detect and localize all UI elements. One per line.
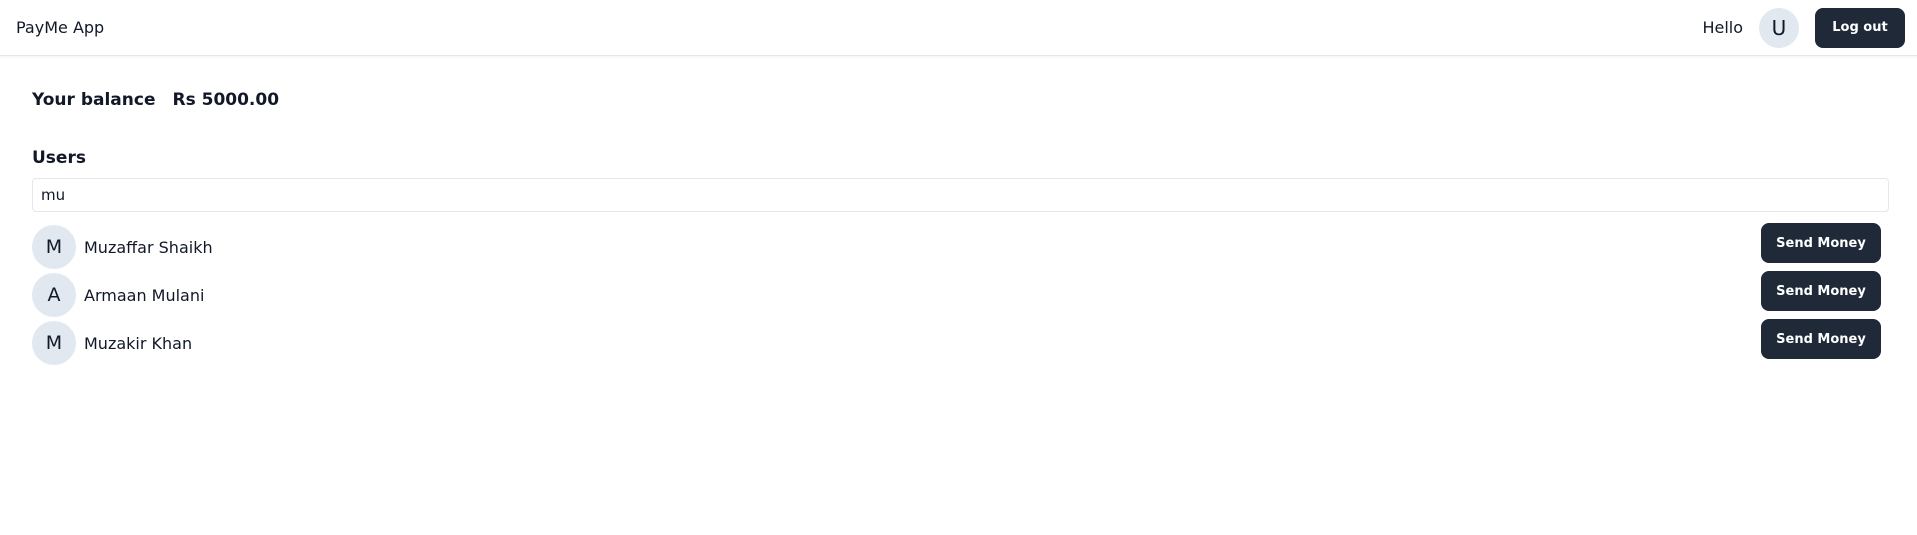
user-name: Muzaffar Shaikh: [84, 237, 213, 257]
user-avatar: M: [32, 321, 76, 365]
user-name: Muzakir Khan: [84, 333, 193, 353]
user-search-input[interactable]: [32, 178, 1889, 212]
balance-label: Your balance: [32, 90, 156, 110]
app-title: PayMe App: [16, 18, 105, 37]
appbar-user-area: Hello U Log out: [1702, 7, 1905, 48]
main-content: Your balance Rs 5000.00 Users M Muzaffar…: [32, 56, 1889, 367]
greeting-text: Hello: [1702, 18, 1743, 37]
user-info: M Muzakir Khan: [32, 321, 192, 365]
balance-value: Rs 5000.00: [172, 90, 280, 110]
logout-button[interactable]: Log out: [1815, 7, 1905, 48]
user-info: A Armaan Mulani: [32, 273, 204, 317]
app-bar: PayMe App Hello U Log out: [0, 0, 1917, 56]
user-name: Armaan Mulani: [84, 285, 205, 305]
user-row: M Muzakir Khan Send Money: [32, 319, 1889, 367]
user-info: M Muzaffar Shaikh: [32, 225, 213, 269]
send-money-button[interactable]: Send Money: [1761, 271, 1881, 311]
balance-section: Your balance Rs 5000.00: [32, 90, 1889, 110]
user-avatar: U: [1759, 7, 1799, 48]
user-avatar: A: [32, 273, 76, 317]
user-row: A Armaan Mulani Send Money: [32, 271, 1889, 319]
send-money-button[interactable]: Send Money: [1761, 319, 1881, 359]
user-avatar: M: [32, 225, 76, 269]
user-row: M Muzaffar Shaikh Send Money: [32, 223, 1889, 271]
send-money-button[interactable]: Send Money: [1761, 223, 1881, 263]
user-list: M Muzaffar Shaikh Send Money A Armaan Mu…: [32, 223, 1889, 367]
users-heading: Users: [32, 148, 86, 168]
